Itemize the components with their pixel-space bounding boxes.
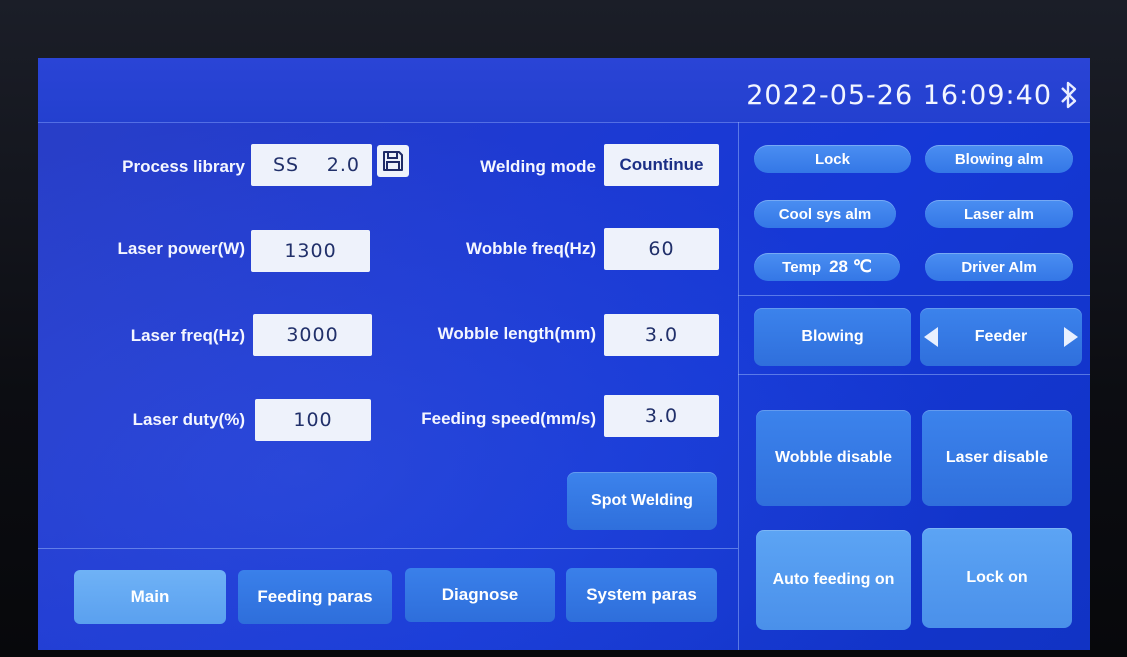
wobble-freq-field[interactable]: 60 [604,228,719,270]
tab-feeding-paras[interactable]: Feeding paras [238,570,392,624]
feeder-prev-icon[interactable] [924,327,938,347]
hmi-screen: 2022-05-26 16:09:40 Process library SS 2… [38,58,1090,650]
feeder-control: Feeder [920,308,1082,366]
process-library-field[interactable]: SS 2.0 [251,144,372,186]
controls-divider [738,374,1090,375]
top-bar: 2022-05-26 16:09:40 [38,58,1090,123]
process-library-label: Process library [122,157,245,176]
cool-sys-alarm-status: Cool sys alm [754,200,896,228]
bluetooth-icon [1061,81,1077,109]
tab-system-paras[interactable]: System paras [566,568,717,622]
wobble-disable-button[interactable]: Wobble disable [756,410,911,506]
laser-power-field[interactable]: 1300 [251,230,370,272]
auto-feeding-on-button[interactable]: Auto feeding on [756,530,911,630]
feeder-next-icon[interactable] [1064,327,1078,347]
panel-divider [738,122,739,650]
save-button[interactable] [377,145,409,177]
feeding-speed-field[interactable]: 3.0 [604,395,719,437]
welding-mode-label: Welding mode [480,157,596,176]
wobble-length-field[interactable]: 3.0 [604,314,719,356]
laser-duty-label: Laser duty(%) [132,410,245,429]
lock-status: Lock [754,145,911,173]
lock-on-button[interactable]: Lock on [922,528,1072,628]
laser-alarm-status: Laser alm [925,200,1073,228]
datetime: 2022-05-26 16:09:40 [746,80,1052,111]
nav-divider [38,548,738,549]
laser-freq-field[interactable]: 3000 [253,314,372,356]
driver-alarm-status: Driver Alm [925,253,1073,281]
temp-value: 28 ℃ [829,257,872,276]
status-divider [738,295,1090,296]
temp-label: Temp [782,258,822,276]
spot-welding-button[interactable]: Spot Welding [567,472,717,530]
blowing-button[interactable]: Blowing [754,308,911,366]
wobble-freq-label: Wobble freq(Hz) [465,239,596,258]
process-thickness: 2.0 [326,154,360,176]
laser-freq-label: Laser freq(Hz) [130,326,245,345]
floppy-disk-icon [383,151,403,171]
welding-mode-button[interactable]: Countinue [604,144,719,186]
blowing-alarm-status: Blowing alm [925,145,1073,173]
tab-diagnose[interactable]: Diagnose [405,568,555,622]
laser-disable-button[interactable]: Laser disable [922,410,1072,506]
wobble-length-label: Wobble length(mm) [437,324,596,343]
tab-main[interactable]: Main [74,570,226,624]
laser-power-label: Laser power(W) [117,239,245,258]
feeder-label: Feeder [974,328,1028,345]
process-material: SS [273,154,300,176]
laser-duty-field[interactable]: 100 [255,399,371,441]
feeding-speed-label: Feeding speed(mm/s) [421,409,596,428]
temperature-status: Temp 28 ℃ [754,253,900,281]
